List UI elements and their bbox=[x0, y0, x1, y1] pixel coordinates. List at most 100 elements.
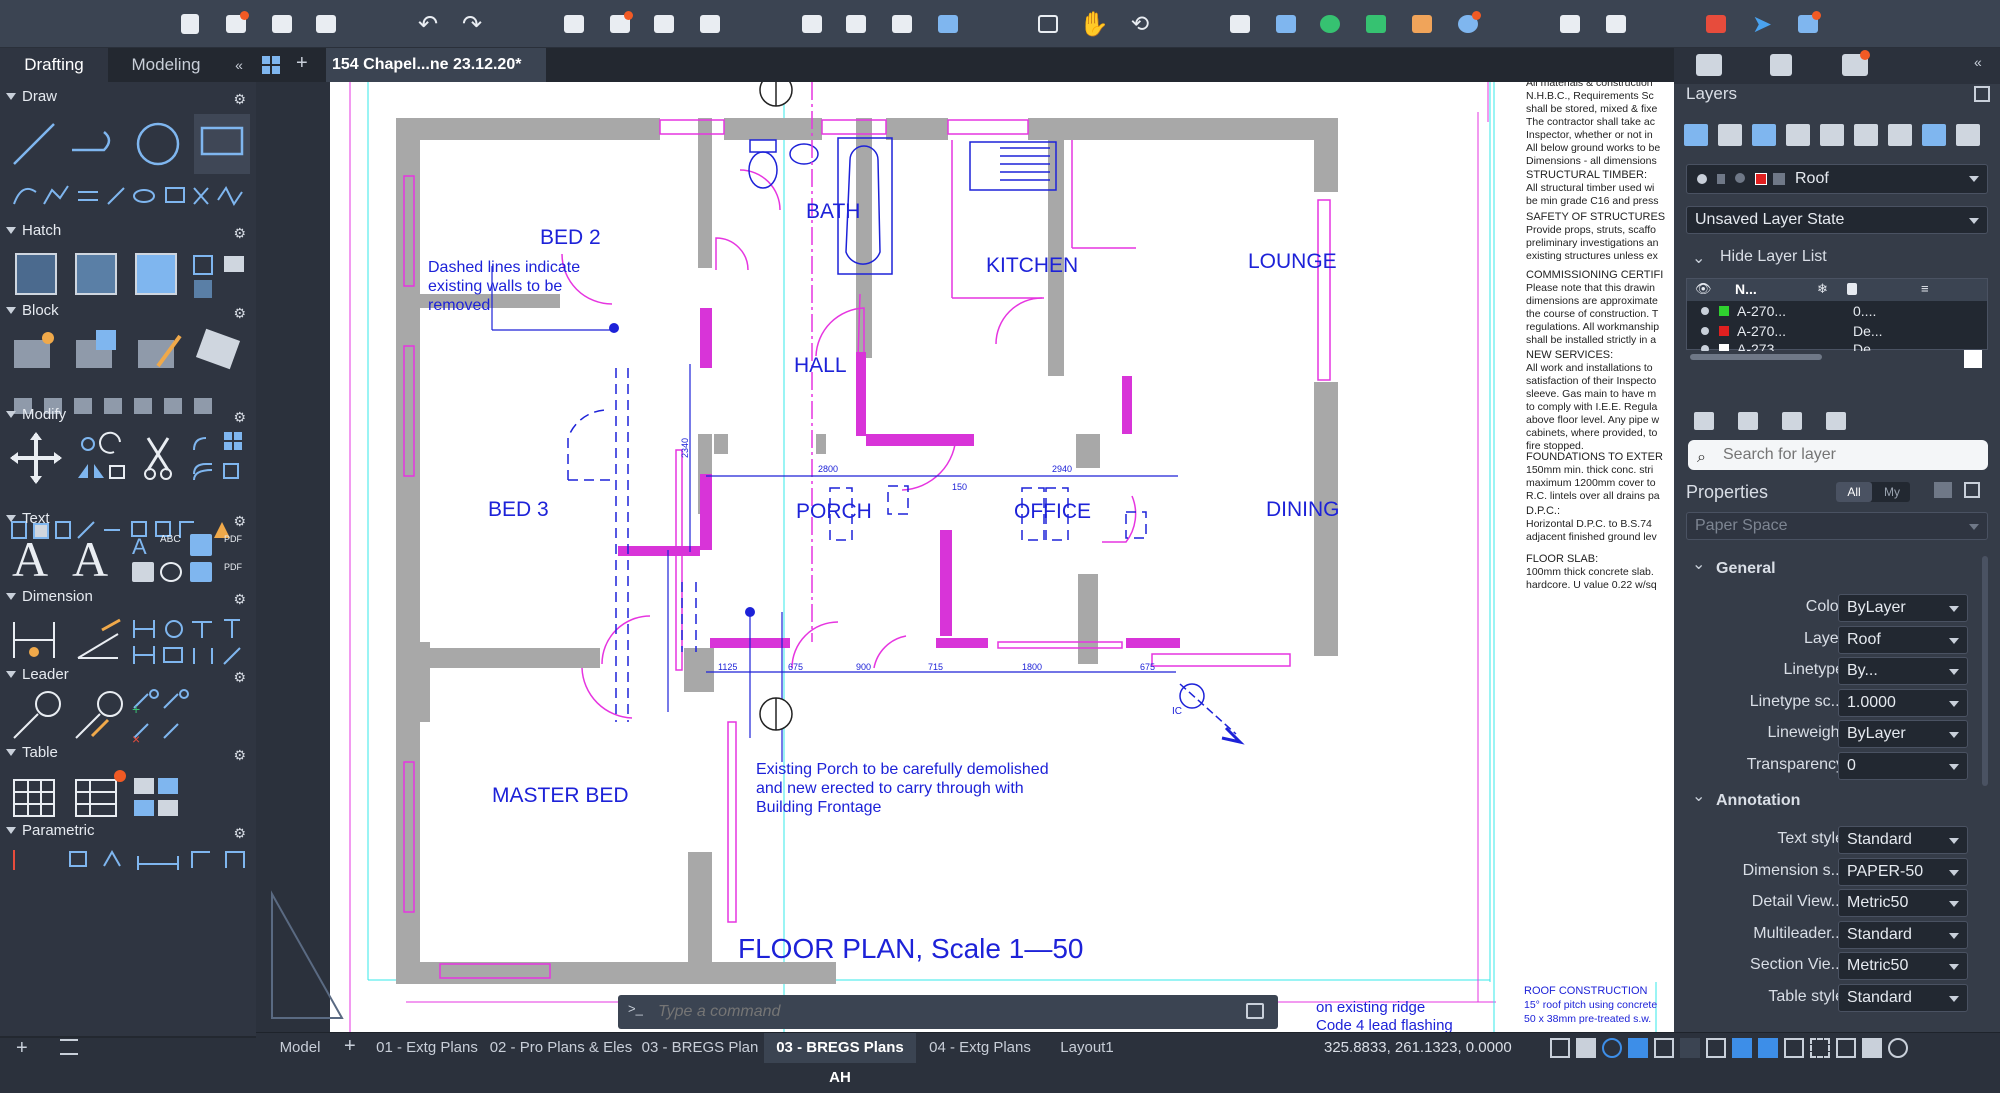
selection-cycling-icon[interactable] bbox=[1810, 1038, 1830, 1058]
otrack-icon[interactable] bbox=[1732, 1038, 1752, 1058]
redo-icon[interactable]: ↷ bbox=[458, 10, 486, 38]
layer-tool-icon[interactable] bbox=[1820, 124, 1844, 146]
etransmit-icon[interactable] bbox=[888, 10, 916, 38]
refresh-icon[interactable] bbox=[1316, 10, 1344, 38]
undo-icon[interactable]: ↶ bbox=[414, 10, 442, 38]
single-line-text-icon[interactable]: A bbox=[72, 530, 108, 588]
chevron-down-icon[interactable]: ⌄ bbox=[1692, 554, 1705, 574]
column-menu-icon[interactable]: ≡ bbox=[1921, 281, 1929, 296]
layer-on-icon[interactable] bbox=[1701, 345, 1709, 351]
chevron-down-icon[interactable]: ⌄ bbox=[1692, 248, 1705, 268]
layer-color-swatch[interactable] bbox=[1719, 306, 1729, 316]
layer-tool-icon[interactable] bbox=[1854, 124, 1878, 146]
layer-state-dropdown[interactable]: Unsaved Layer State bbox=[1686, 206, 1988, 234]
filter-my-button[interactable]: My bbox=[1874, 482, 1910, 502]
layer-tool-icon[interactable] bbox=[1786, 124, 1810, 146]
object-link-icon[interactable] bbox=[1362, 10, 1390, 38]
properties-edit-icon[interactable] bbox=[1934, 482, 1952, 498]
zoom-window-icon[interactable] bbox=[1034, 10, 1062, 38]
gear-icon[interactable]: ⚙ bbox=[233, 588, 246, 610]
model-space-icon[interactable] bbox=[1550, 1038, 1570, 1058]
plot-icon[interactable] bbox=[560, 10, 588, 38]
palette-text[interactable]: Text ⚙ bbox=[0, 508, 256, 530]
layer-tool-icon[interactable] bbox=[1888, 124, 1912, 146]
layout-tab-model[interactable]: Model bbox=[262, 1033, 338, 1063]
command-line[interactable]: >_ bbox=[618, 995, 1278, 1029]
draw-tools[interactable] bbox=[8, 112, 252, 212]
freeze-column-icon[interactable]: ❄ bbox=[1817, 281, 1828, 297]
layout-tab-03-plan[interactable]: 03 - BREGS Plan bbox=[638, 1033, 762, 1063]
text-align-icon[interactable] bbox=[190, 534, 212, 556]
customize-icon[interactable] bbox=[1888, 1038, 1908, 1058]
start-grid-icon[interactable] bbox=[262, 56, 280, 74]
property-value-field[interactable]: PAPER-50 bbox=[1838, 857, 1968, 886]
property-value-field[interactable]: ByLayer bbox=[1838, 594, 1968, 622]
layout-tab-02[interactable]: 02 - Pro Plans & Eles bbox=[486, 1033, 636, 1063]
gear-icon[interactable]: ⚙ bbox=[233, 406, 246, 428]
materials-icon[interactable] bbox=[1602, 10, 1630, 38]
gear-icon[interactable]: ⚙ bbox=[233, 822, 246, 844]
property-value-field[interactable]: By... bbox=[1838, 657, 1968, 685]
settings-gear-icon[interactable] bbox=[1454, 10, 1482, 38]
table-tools[interactable] bbox=[8, 768, 252, 828]
dimension-tools[interactable] bbox=[8, 612, 252, 672]
panel-collapse-icon[interactable]: « bbox=[1974, 54, 1982, 70]
properties-icon[interactable] bbox=[1226, 10, 1254, 38]
property-value-field[interactable]: ByLayer bbox=[1838, 720, 1968, 748]
filter-all-button[interactable]: All bbox=[1836, 482, 1872, 502]
properties-scrollbar[interactable] bbox=[1982, 556, 1988, 786]
leader-tools[interactable]: +× bbox=[8, 688, 252, 748]
palette-parametric[interactable]: Parametric ⚙ bbox=[0, 820, 256, 842]
publish-icon[interactable] bbox=[650, 10, 678, 38]
layer-list-scrollbar[interactable] bbox=[1690, 354, 1822, 360]
new-filter-icon[interactable] bbox=[1694, 412, 1714, 430]
layer-tool-icon[interactable] bbox=[1922, 124, 1946, 146]
hide-layer-list-toggle[interactable]: Hide Layer List bbox=[1720, 248, 1827, 266]
tab-drafting[interactable]: Drafting bbox=[0, 48, 108, 82]
gear-icon[interactable]: ⚙ bbox=[233, 302, 246, 324]
share-send-icon[interactable]: ➤ bbox=[1748, 10, 1776, 38]
layer-row[interactable]: A-273... De... bbox=[1687, 341, 1987, 351]
palette-modify[interactable]: Modify ⚙ bbox=[0, 404, 256, 426]
palette-hatch[interactable]: Hatch ⚙ bbox=[0, 220, 256, 242]
lock-column-icon[interactable] bbox=[1847, 283, 1857, 295]
polar-icon[interactable] bbox=[1654, 1038, 1674, 1058]
find-replace-icon[interactable] bbox=[132, 562, 154, 582]
save-as-icon[interactable] bbox=[312, 10, 340, 38]
folder-icon[interactable] bbox=[1782, 412, 1802, 430]
hatch-tools[interactable] bbox=[8, 246, 252, 306]
gear-icon[interactable]: ⚙ bbox=[233, 222, 246, 244]
pdf-text-icon[interactable]: PDF bbox=[224, 562, 242, 572]
drawing-canvas[interactable]: BED 2 BATH KITCHEN LOUNGE HALL BED 3 POR… bbox=[256, 82, 1674, 1032]
text-edit-icon[interactable] bbox=[190, 562, 212, 582]
layers-tab-icon[interactable] bbox=[1696, 54, 1722, 76]
tab-modeling[interactable]: Modeling bbox=[110, 48, 222, 82]
layout-tab-layout1[interactable]: Layout1 bbox=[1044, 1033, 1130, 1063]
workspace-icon[interactable] bbox=[1862, 1038, 1882, 1058]
multiline-text-icon[interactable]: A bbox=[12, 530, 48, 588]
import-icon[interactable] bbox=[798, 10, 826, 38]
gear-icon[interactable]: ⚙ bbox=[233, 88, 246, 110]
text-style-icon[interactable]: A bbox=[132, 534, 147, 560]
palette-table[interactable]: Table ⚙ bbox=[0, 742, 256, 764]
gear-icon[interactable]: ⚙ bbox=[233, 666, 246, 688]
panel-detach-icon[interactable] bbox=[1974, 86, 1990, 102]
spell-check-icon[interactable]: ABC bbox=[160, 534, 181, 545]
property-value-field[interactable]: Metric50 bbox=[1838, 889, 1968, 917]
layer-row[interactable]: A-270... 0.... bbox=[1687, 301, 1987, 321]
sheet-set-icon[interactable] bbox=[1702, 10, 1730, 38]
parametric-tools[interactable] bbox=[8, 844, 252, 874]
eye-icon[interactable]: 👁 bbox=[1695, 281, 1712, 297]
layer-color-swatch[interactable] bbox=[1719, 344, 1729, 351]
layer-search-box[interactable]: ⌕ bbox=[1688, 440, 1988, 470]
command-history-icon[interactable] bbox=[1246, 1003, 1264, 1019]
gear-icon[interactable]: ⚙ bbox=[233, 744, 246, 766]
transparency-icon[interactable] bbox=[1784, 1038, 1804, 1058]
new-layer-icon[interactable] bbox=[1684, 124, 1708, 146]
property-value-field[interactable]: 0 bbox=[1838, 751, 1968, 780]
batch-plot-icon[interactable] bbox=[606, 10, 634, 38]
match-properties-icon[interactable] bbox=[1272, 10, 1300, 38]
isodraft-icon[interactable] bbox=[1680, 1038, 1700, 1058]
new-file-icon[interactable] bbox=[176, 10, 204, 38]
layout-tab-01[interactable]: 01 - Extg Plans bbox=[370, 1033, 484, 1063]
